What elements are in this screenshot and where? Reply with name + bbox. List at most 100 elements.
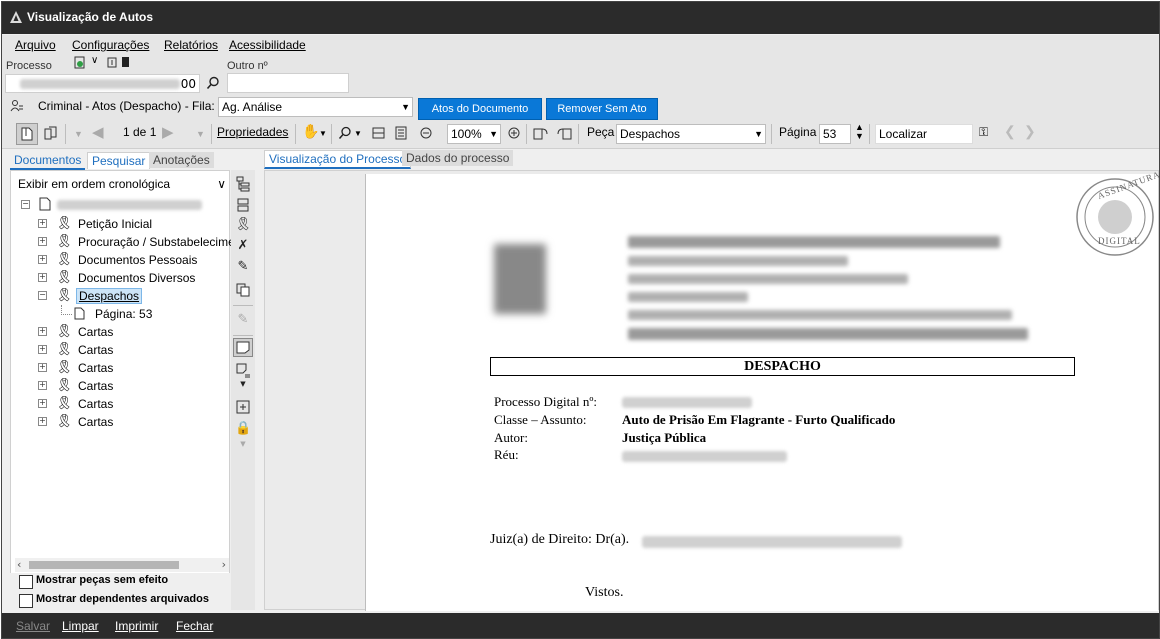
previous-page-icon[interactable]: ◀ (92, 123, 104, 141)
peca-select[interactable]: Despachos ▼ (616, 124, 766, 144)
other-number-input[interactable] (227, 73, 349, 93)
first-page-icon[interactable]: ▼ (74, 129, 83, 139)
tree-item[interactable]: + 🎗 Cartas (11, 323, 229, 341)
fila-select[interactable]: Ag. Análise ▼ (218, 97, 413, 117)
certificate-icon[interactable]: 🎗 (235, 217, 252, 233)
scroll-left-icon[interactable]: ‹ (17, 558, 21, 571)
tab-documentos[interactable]: Documentos (10, 152, 86, 170)
rotate-right-icon[interactable] (556, 125, 572, 141)
zoom-select[interactable]: 100% ▼ (447, 124, 501, 144)
tree-connector (61, 305, 72, 315)
chevron-down-icon[interactable]: ▼ (319, 129, 327, 138)
menu-relatorios[interactable]: Relatórios (164, 38, 218, 52)
zoom-in-icon[interactable] (508, 127, 520, 139)
chevron-down-icon[interactable]: ▼ (354, 129, 362, 138)
tree-view-icon[interactable] (235, 176, 251, 192)
note-list-icon[interactable] (235, 363, 251, 379)
pages-icon[interactable] (44, 126, 58, 141)
fechar-button[interactable]: Fechar (176, 619, 213, 633)
new-process-icon[interactable] (74, 56, 86, 69)
rotate-left-icon[interactable] (533, 125, 549, 141)
separator (331, 124, 332, 144)
collapse-icon[interactable]: − (21, 200, 30, 209)
stop-icon[interactable] (122, 57, 129, 67)
chevron-down-icon[interactable]: ▼ (235, 380, 251, 396)
arquivados-checkbox[interactable] (19, 594, 33, 608)
tab-dados-processo[interactable]: Dados do processo (402, 150, 514, 166)
certificate-icon: 🎗 (56, 396, 73, 411)
hand-tool-icon[interactable]: ✋ (302, 123, 319, 140)
list-view-icon[interactable] (235, 197, 251, 213)
collapse-icon[interactable]: − (38, 291, 47, 300)
fit-width-icon[interactable] (372, 127, 385, 139)
tree-item[interactable]: + 🎗 Cartas (11, 377, 229, 395)
tree-item[interactable]: + 🎗 Procuração / Substabelecimen (11, 233, 241, 251)
sem-efeito-checkbox[interactable] (19, 575, 33, 589)
signature-icon[interactable]: ✎ (235, 259, 251, 275)
chevron-down-icon[interactable]: ▼ (235, 440, 251, 456)
menu-configuracoes[interactable]: Configurações (72, 38, 149, 52)
copy-pages-icon[interactable] (235, 282, 251, 298)
expand-icon[interactable]: + (38, 381, 47, 390)
lock-icon[interactable]: 🔒 (235, 421, 251, 437)
horizontal-scrollbar[interactable]: ‹ › (15, 558, 229, 572)
expand-icon[interactable]: + (38, 417, 47, 426)
tree-item[interactable]: + 🎗 Petição Inicial (11, 215, 229, 233)
expand-icon[interactable]: + (38, 363, 47, 372)
tab-visualizacao[interactable]: Visualização do Processo (264, 150, 412, 169)
search-icon[interactable] (206, 76, 220, 90)
menu-arquivo[interactable]: Arquivo (15, 38, 56, 52)
scrollbar-thumb[interactable] (29, 561, 179, 569)
imprimir-button[interactable]: Imprimir (115, 619, 158, 633)
bookmark-icon[interactable] (107, 57, 118, 68)
doc-view-toggle[interactable] (16, 123, 38, 145)
remove-certificate-icon[interactable]: ✗ (235, 238, 251, 254)
expand-icon[interactable]: + (38, 273, 47, 282)
expand-icon[interactable]: + (38, 327, 47, 336)
binoculars-icon[interactable]: ⚿ (979, 125, 988, 140)
process-number-input[interactable]: 00 (5, 74, 200, 93)
pagina-input[interactable]: 53 (819, 124, 851, 144)
add-note-icon[interactable] (235, 399, 251, 415)
tree-item[interactable]: + 🎗 Cartas (11, 341, 229, 359)
tree-item[interactable]: + 🎗 Cartas (11, 395, 229, 413)
limpar-button[interactable]: Limpar (62, 619, 99, 633)
sem-efeito-label: Mostrar peças sem efeito (36, 574, 169, 586)
edit-document-icon[interactable]: ✎ (235, 312, 251, 328)
salvar-button[interactable]: Salvar (16, 619, 50, 633)
properties-button[interactable]: Propriedades (217, 125, 288, 139)
remover-sem-ato-button[interactable]: Remover Sem Ato (546, 98, 658, 120)
tree-item[interactable]: + 🎗 Cartas (11, 359, 229, 377)
tab-pesquisar[interactable]: Pesquisar (87, 152, 151, 169)
documents-pane: Exibir em ordem cronológica ∨ − + 🎗 Peti… (10, 170, 241, 610)
left-tabs: Documentos Pesquisar Anotações (10, 150, 230, 170)
expand-icon[interactable]: + (38, 219, 47, 228)
expand-icon[interactable]: + (38, 345, 47, 354)
dropdown-arrow-icon: ▼ (489, 129, 498, 139)
expand-icon[interactable]: + (38, 399, 47, 408)
tree-item[interactable]: + 🎗 Documentos Diversos (11, 269, 229, 287)
tree-item[interactable]: + 🎗 Cartas (11, 413, 229, 431)
tree-item-selected[interactable]: − 🎗 Despachos (11, 287, 229, 305)
zoom-out-icon[interactable] (420, 127, 432, 139)
chevron-down-icon[interactable]: ∨ (91, 55, 98, 66)
tab-anotacoes[interactable]: Anotações (149, 152, 214, 168)
search-field[interactable]: Localizar (875, 124, 973, 144)
separator (869, 124, 870, 144)
next-page-icon[interactable]: ▶ (162, 123, 174, 141)
last-page-icon[interactable]: ▼ (196, 129, 205, 139)
document-tree: − + 🎗 Petição Inicial + 🎗 Procuração / S… (11, 171, 241, 551)
search-previous-icon[interactable]: ❮ (1004, 123, 1016, 140)
menu-acessibilidade[interactable]: Acessibilidade (229, 38, 306, 52)
fit-page-icon[interactable] (395, 126, 407, 140)
search-next-icon[interactable]: ❯ (1024, 123, 1036, 140)
page-spinner-icon[interactable]: ▲ ▼ (855, 123, 864, 141)
expand-icon[interactable]: + (38, 237, 47, 246)
note-button[interactable] (233, 338, 253, 357)
scroll-right-icon[interactable]: › (222, 558, 226, 571)
tree-item-page[interactable]: Página: 53 (11, 305, 229, 323)
tree-item[interactable]: + 🎗 Documentos Pessoais (11, 251, 229, 269)
zoom-search-icon[interactable] (338, 126, 352, 140)
expand-icon[interactable]: + (38, 255, 47, 264)
atos-do-documento-button[interactable]: Atos do Documento (418, 98, 542, 120)
